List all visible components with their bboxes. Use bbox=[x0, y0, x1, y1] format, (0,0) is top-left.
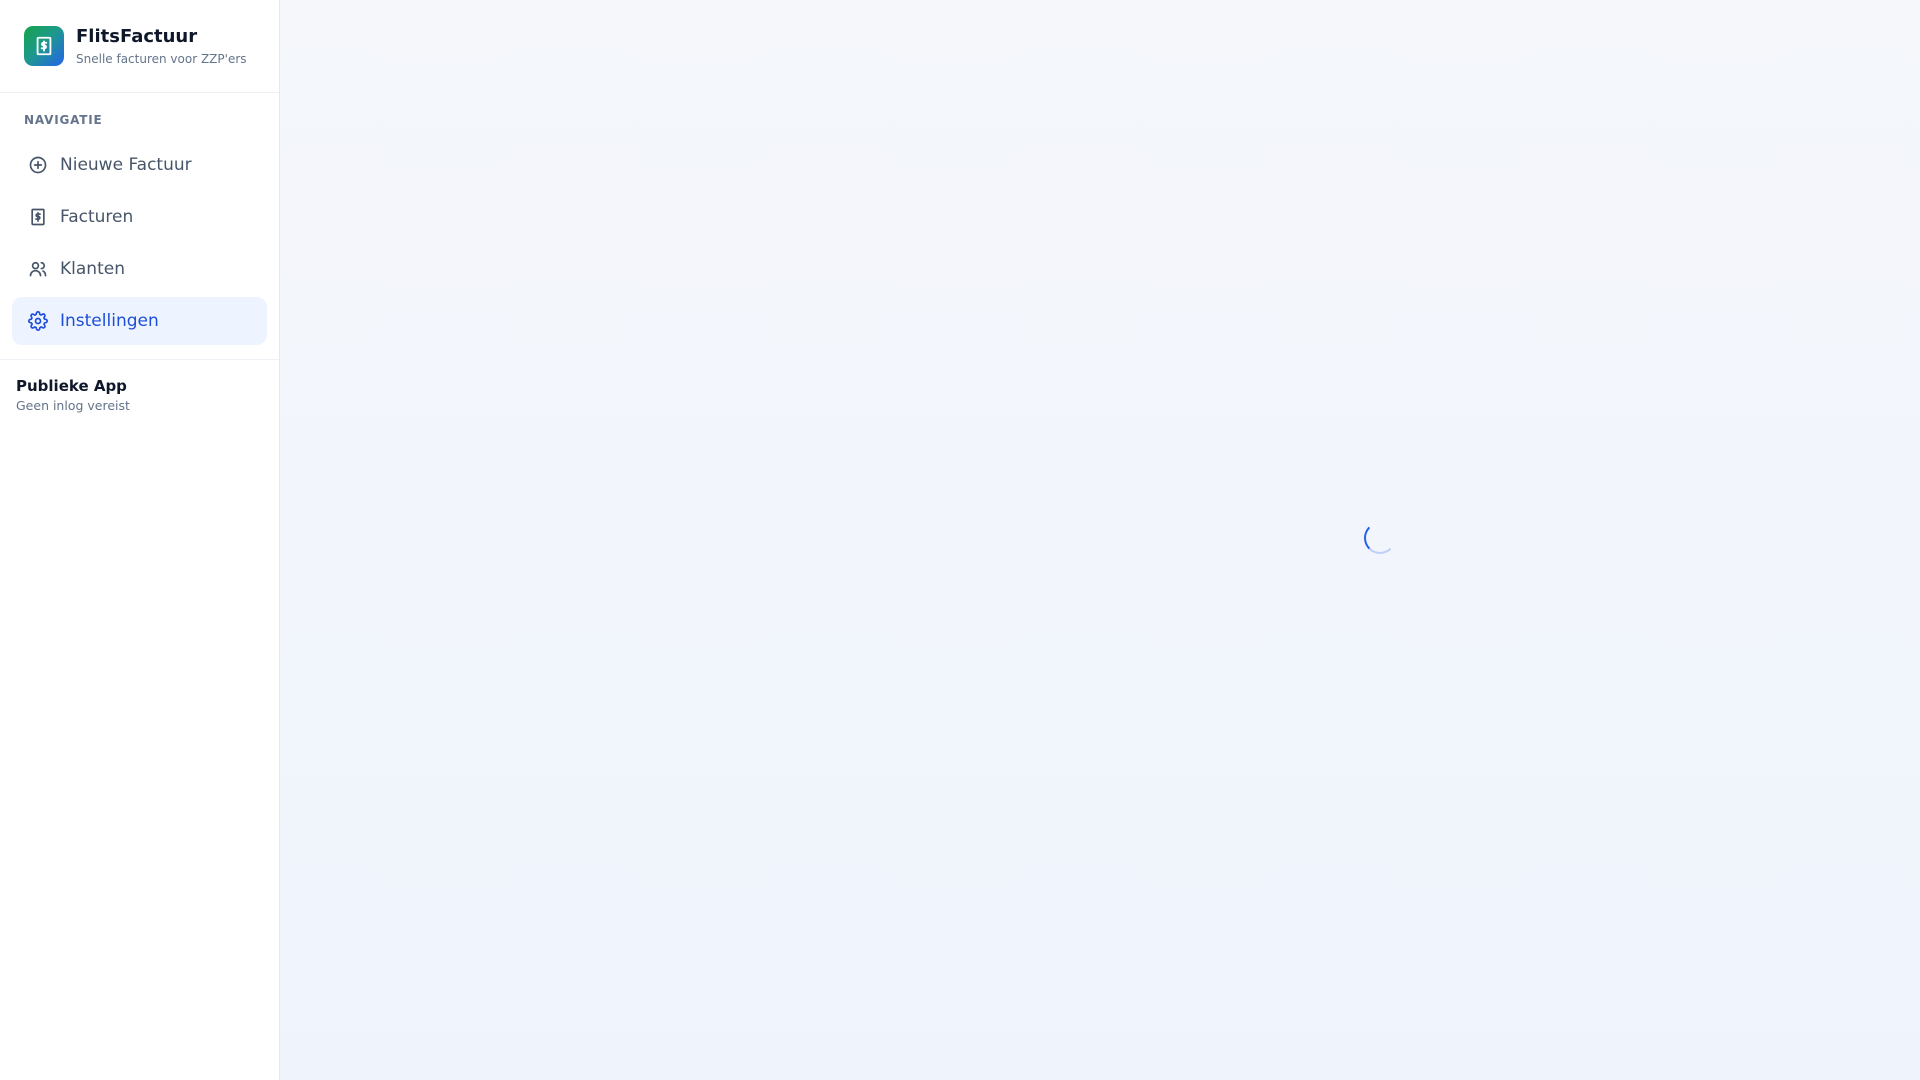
brand-header: FlitsFactuur Snelle facturen voor ZZP'er… bbox=[0, 0, 279, 93]
app-shell: FlitsFactuur Snelle facturen voor ZZP'er… bbox=[0, 0, 1920, 1080]
plus-circle-icon bbox=[28, 155, 48, 175]
brand-text: FlitsFactuur Snelle facturen voor ZZP'er… bbox=[76, 25, 247, 67]
sidebar: FlitsFactuur Snelle facturen voor ZZP'er… bbox=[0, 0, 280, 1080]
receipt-dollar-icon bbox=[24, 26, 64, 66]
sidebar-item-label: Klanten bbox=[60, 259, 125, 279]
sidebar-item-nieuwe-factuur[interactable]: Nieuwe Factuur bbox=[12, 141, 267, 189]
sidebar-item-instellingen[interactable]: Instellingen bbox=[12, 297, 267, 345]
sidebar-item-label: Nieuwe Factuur bbox=[60, 155, 192, 175]
app-subtitle: Snelle facturen voor ZZP'ers bbox=[76, 52, 247, 66]
sidebar-footer: Publieke App Geen inlog vereist bbox=[0, 360, 279, 430]
app-title: FlitsFactuur bbox=[76, 26, 198, 47]
gear-icon bbox=[28, 311, 48, 331]
sidebar-item-label: Facturen bbox=[60, 207, 134, 227]
receipt-dollar-icon bbox=[28, 207, 48, 227]
sidebar-item-klanten[interactable]: Klanten bbox=[12, 245, 267, 293]
footer-subtitle: Geen inlog vereist bbox=[16, 398, 130, 413]
footer-title: Publieke App bbox=[16, 377, 127, 395]
sidebar-item-facturen[interactable]: Facturen bbox=[12, 193, 267, 241]
users-icon bbox=[28, 259, 48, 279]
loading-spinner-icon bbox=[1364, 522, 1396, 554]
nav-heading: NAVIGATIE bbox=[24, 113, 103, 127]
sidebar-item-label: Instellingen bbox=[60, 311, 159, 331]
main-content bbox=[280, 0, 1920, 1080]
sidebar-nav: NAVIGATIE Nieuwe Factuur Facturen Klante… bbox=[0, 93, 279, 360]
